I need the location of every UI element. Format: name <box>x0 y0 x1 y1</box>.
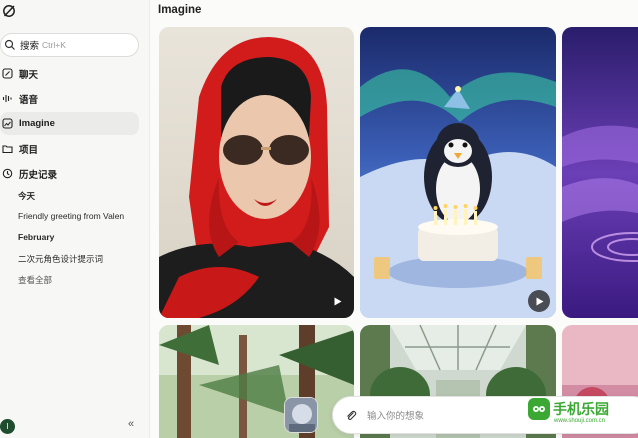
avatar[interactable]: I <box>0 419 15 434</box>
watermark-brand: 手机乐园 <box>553 401 609 417</box>
nav-item-chat[interactable]: 聊天 <box>0 62 139 85</box>
watermark-url: www.shouji.com.cn <box>554 418 606 424</box>
imagine-icon <box>2 118 13 129</box>
generated-image-forest <box>159 325 354 438</box>
history-icon <box>2 168 13 179</box>
search-shortcut: Ctrl+K <box>42 40 66 50</box>
chat-icon <box>2 68 13 79</box>
search-input[interactable]: 搜索 Ctrl+K <box>0 33 139 57</box>
prompt-placeholder: 输入你的想象 <box>367 411 425 422</box>
main-content: Imagine 输入你的想象 手机乐园 www.shouji.com.cn <box>150 0 638 438</box>
nav-item-voice[interactable]: 语音 <box>0 87 139 110</box>
history-view-all[interactable]: 查看全部 <box>18 274 143 286</box>
play-button[interactable] <box>528 290 550 312</box>
play-icon <box>334 297 341 305</box>
folder-icon <box>2 145 13 154</box>
collapse-sidebar-icon[interactable]: « <box>128 418 134 430</box>
generated-image-dunes <box>562 27 638 318</box>
voice-icon <box>2 95 12 102</box>
image-card[interactable] <box>360 27 556 318</box>
nav-item-projects[interactable]: 项目 <box>0 137 139 160</box>
search-label: 搜索 <box>20 41 40 52</box>
nav-item-history[interactable]: 历史记录 <box>0 162 139 185</box>
nav-label: 语音 <box>19 94 39 106</box>
page-title: Imagine <box>158 4 202 16</box>
image-attachment-thumbnail[interactable] <box>284 397 318 433</box>
generated-image-portrait <box>159 27 354 318</box>
nav-label: Imagine <box>19 118 55 129</box>
attachment-icon[interactable] <box>345 409 357 421</box>
history-section-today: 今天 <box>18 191 36 201</box>
nav-item-imagine[interactable]: Imagine <box>0 112 139 135</box>
logo-icon[interactable] <box>2 4 16 18</box>
app-window: 搜索 Ctrl+K 聊天 语音 Imagine 项目 历史记录 今天 Frien… <box>0 0 638 438</box>
history-item[interactable]: Friendly greeting from Valen <box>18 211 143 221</box>
image-card[interactable] <box>159 325 354 438</box>
nav-label: 项目 <box>19 144 39 156</box>
image-card[interactable] <box>159 27 354 318</box>
history-section-february: February <box>18 232 55 242</box>
sidebar: 搜索 Ctrl+K 聊天 语音 Imagine 项目 历史记录 今天 Frien… <box>0 0 150 438</box>
thumbnail-image <box>285 398 317 432</box>
watermark: 手机乐园 www.shouji.com.cn <box>528 398 609 424</box>
generated-image-penguin <box>360 27 556 318</box>
nav-label: 聊天 <box>19 69 39 81</box>
play-button[interactable] <box>326 290 348 312</box>
image-card[interactable] <box>562 27 638 318</box>
history-item[interactable]: 二次元角色设计提示词 <box>18 253 143 265</box>
watermark-logo-icon <box>528 398 550 420</box>
play-icon <box>536 297 543 305</box>
nav-label: 历史记录 <box>19 169 58 181</box>
search-icon <box>4 39 15 50</box>
